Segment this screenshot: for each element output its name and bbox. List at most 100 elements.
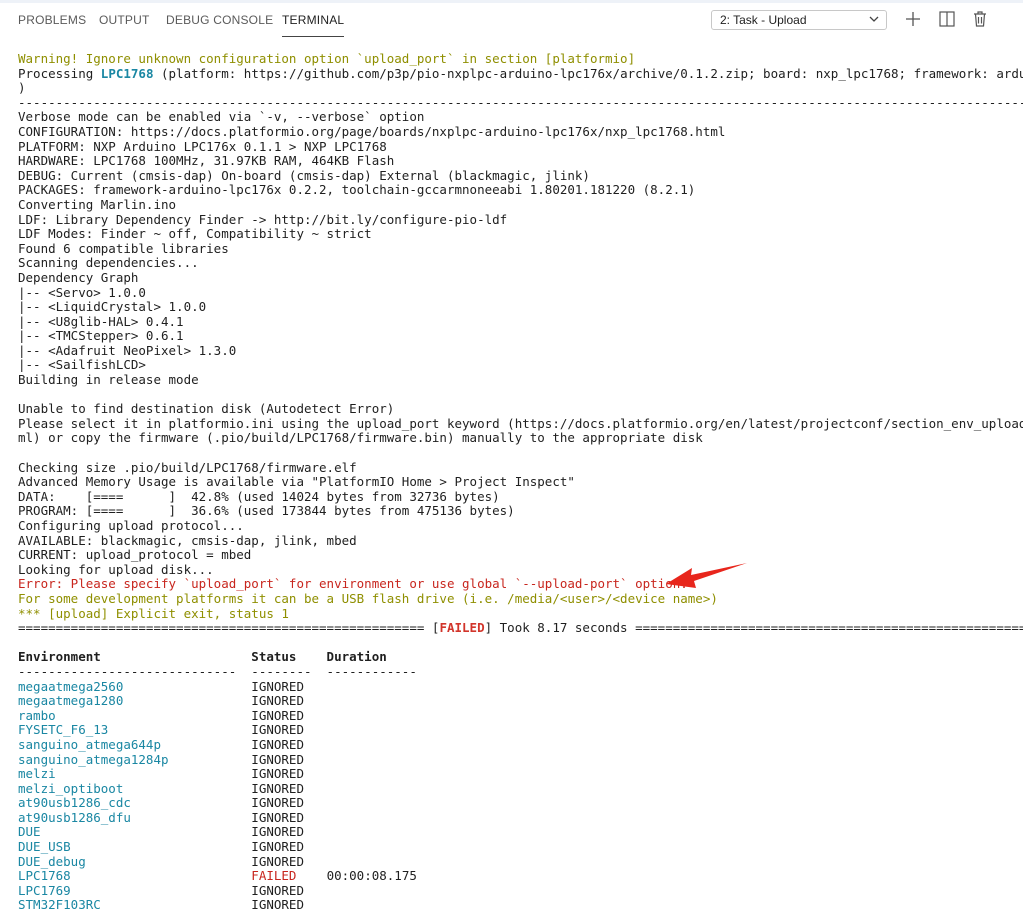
terminal-line: ----------------------------------------… [18,94,1023,110]
env-name: melzi [18,766,252,782]
plus-icon[interactable] [903,9,923,29]
terminal-line: Unable to find destination disk (Autodet… [18,401,395,417]
terminal-line: ========================================… [18,620,1023,636]
terminal-line: Warning! Ignore unknown configuration op… [18,51,636,66]
terminal-line: sanguino_atmega1284p IGNORED [18,751,1018,768]
terminal-line: Configuring upload protocol... [18,518,244,533]
env-duration: 00:00:08.175 [326,868,417,884]
red-arrow-icon [666,563,747,588]
terminal-line: |-- <U8glib-HAL> 0.4.1 [18,313,184,329]
terminal-line: Error: Please specify `upload_port` for … [18,576,688,592]
env-status: IGNORED [251,795,304,811]
env-status: IGNORED [251,853,304,869]
terminal-line-segment: Processing [18,65,101,81]
trash-icon[interactable] [970,9,990,29]
terminal-line: Converting Marlin.ino [18,196,177,212]
terminal-line: |-- <SailfishLCD> [18,357,146,373]
env-name: DUE_USB [18,839,252,855]
terminal-line: Building in release mode [18,372,199,388]
env-status: IGNORED [251,897,304,913]
terminal-line: PROGRAM: [==== ] 36.6% (used 173844 byte… [18,503,515,519]
env-status: IGNORED [251,693,304,709]
terminal-line: Scanning dependencies... [18,255,199,271]
terminal-line: DATA: [==== ] 42.8% (used 14024 bytes fr… [18,488,500,504]
terminal-line: Processing LPC1768 (platform: https://gi… [18,65,1023,82]
terminal-output[interactable]: Warning! Ignore unknown configuration op… [18,51,1023,913]
env-name: megaatmega1280 [18,693,252,709]
terminal-line: |-- <LiquidCrystal> 1.0.0 [18,299,207,315]
env-status: IGNORED [251,707,304,723]
terminal-line: PACKAGES: framework-arduino-lpc176x 0.2.… [18,182,696,198]
terminal-line: at90usb1286_dfu IGNORED [18,809,1018,826]
terminal-line: megaatmega1280 IGNORED [18,693,1018,709]
terminal-line: ml) or copy the firmware (.pio/build/LPC… [18,430,703,446]
tab-problems[interactable]: PROBLEMS [18,13,86,33]
env-name-highlight: LPC1768 [100,65,154,81]
terminal-line: DUE IGNORED [18,825,1018,840]
terminal-line: |-- <TMCStepper> 0.6.1 [18,328,184,344]
env-name: melzi_optiboot [18,780,252,796]
panel-top-edge [0,0,1023,3]
terminal-line: DEBUG: Current (cmsis-dap) On-board (cms… [18,167,590,183]
terminal-line: LPC1768 FAILED 00:00:08.175 [18,868,1018,884]
terminal-line-segment: ] Took 8.17 seconds ====================… [484,620,1023,636]
env-status: IGNORED [251,736,304,752]
terminal-line: Looking for upload disk... [18,561,214,577]
env-status: IGNORED [251,824,304,840]
env-name: DUE_debug [18,853,252,869]
terminal-line: LPC1769 IGNORED [18,882,1018,899]
env-name: sanguino_atmega1284p [18,751,252,767]
env-name: FYSETC_F6_13 [18,722,252,738]
terminal-task-select-label: 2: Task - Upload [720,13,807,27]
env-status: FAILED [251,868,327,884]
terminal-line: at90usb1286_cdc IGNORED [18,795,1018,811]
terminal-line: ) [18,80,26,96]
env-name: LPC1768 [18,868,252,884]
terminal-line: Environment Status Duration [18,649,387,665]
terminal-line: CONFIGURATION: https://docs.platformio.o… [18,123,726,139]
terminal-line: STM32F103RC IGNORED [18,898,1018,913]
terminal-line: Verbose mode can be enabled via `-v, --v… [18,109,425,125]
terminal-line: megaatmega2560 IGNORED [18,678,1018,695]
env-name: megaatmega2560 [18,678,252,694]
split-icon[interactable] [937,9,957,29]
tab-debug-console[interactable]: DEBUG CONSOLE [166,13,273,33]
env-status: IGNORED [251,882,304,898]
terminal-line: LDF: Library Dependency Finder -> http:/… [18,211,508,227]
terminal-line: AVAILABLE: blackmagic, cmsis-dap, jlink,… [18,532,357,548]
terminal-line: DUE_debug IGNORED [18,853,1018,870]
terminal-line-segment: (platform: https://github.com/p3p/pio-nx… [153,65,1023,81]
env-name: at90usb1286_dfu [18,809,252,825]
terminal-line: LDF Modes: Finder ~ off, Compatibility ~… [18,226,372,242]
env-name: DUE [18,824,252,840]
terminal-line: Advanced Memory Usage is available via "… [18,474,575,490]
terminal-line: melzi IGNORED [18,766,1018,782]
tab-terminal[interactable]: TERMINAL [282,13,345,37]
terminal-line: *** [upload] Explicit exit, status 1 [18,605,289,621]
env-status: IGNORED [251,839,304,855]
terminal-line: Found 6 compatible libraries [18,240,229,256]
terminal-line: Checking size .pio/build/LPC1768/firmwar… [18,459,357,475]
terminal-line: ----------------------------- -------- -… [18,663,417,679]
terminal-line: Please select it in platformio.ini using… [18,415,1023,431]
terminal-line: |-- <Adafruit NeoPixel> 1.3.0 [18,342,237,358]
env-status: IGNORED [251,678,304,694]
terminal-line: sanguino_atmega644p IGNORED [18,736,1018,753]
terminal-task-select[interactable]: 2: Task - Upload [711,10,887,30]
terminal-line: HARDWARE: LPC1768 100MHz, 31.97KB RAM, 4… [18,153,395,169]
tab-output[interactable]: OUTPUT [99,13,150,33]
terminal-line: CURRENT: upload_protocol = mbed [18,547,252,563]
terminal-line: Dependency Graph [18,269,139,285]
env-status: IGNORED [251,780,304,796]
env-name: at90usb1286_cdc [18,795,252,811]
terminal-line: melzi_optiboot IGNORED [18,780,1018,797]
terminal-line: FYSETC_F6_13 IGNORED [18,723,1018,738]
chevron-down-icon [869,16,879,22]
env-status: IGNORED [251,751,304,767]
env-status: IGNORED [251,766,304,782]
terminal-line: rambo IGNORED [18,707,1018,724]
terminal-line: DUE_USB IGNORED [18,839,1018,855]
